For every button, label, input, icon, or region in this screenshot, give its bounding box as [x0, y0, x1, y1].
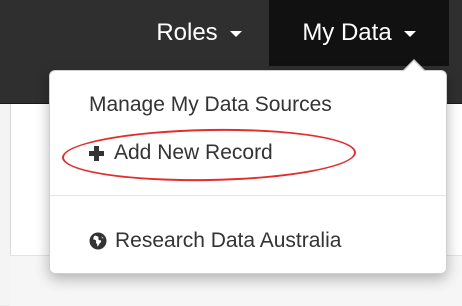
menu-item-manage-data-sources[interactable]: Manage My Data Sources: [89, 89, 332, 121]
roles-label: Roles: [156, 19, 218, 46]
my-data-menu-button[interactable]: My Data: [269, 0, 449, 66]
menu-divider: [50, 195, 446, 196]
globe-icon: [89, 232, 107, 250]
menu-item-label: Research Data Australia: [115, 229, 342, 252]
caret-down-icon: [403, 31, 416, 37]
caret-down-icon: [229, 31, 242, 37]
roles-menu-button[interactable]: Roles: [131, 0, 267, 66]
dropdown-pointer-inner: [404, 61, 424, 71]
menu-item-research-data-australia[interactable]: Research Data Australia: [89, 225, 341, 257]
menu-item-label: Manage My Data Sources: [89, 93, 332, 116]
my-data-label: My Data: [302, 19, 392, 46]
